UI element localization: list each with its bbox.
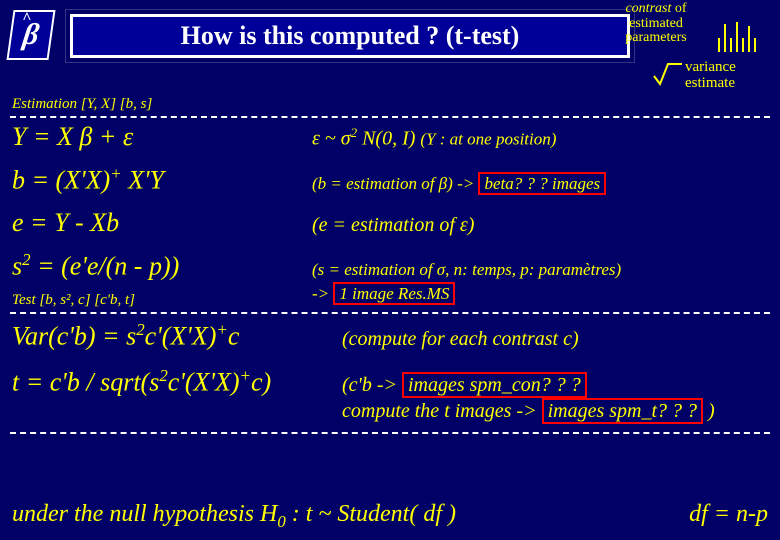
t-rhs-a: (c'b -> bbox=[342, 374, 402, 396]
equation-s: s2 = (e'e/(n - p)) (s = estimation of σ,… bbox=[12, 250, 768, 282]
spm-t-box: images spm_t? ? ? bbox=[542, 398, 703, 424]
slide-title: How is this computed ? (t-test) bbox=[70, 14, 630, 58]
variance-line2: estimate bbox=[685, 75, 735, 91]
model-rhs: ε ~ σ2 N(0, I) (Y : at one position) bbox=[312, 125, 556, 151]
t-rhs-line2: compute the t images -> images spm_t? ? … bbox=[342, 400, 715, 423]
equation-b: b = (X'X)+ X'Y (b = estimation of β) -> … bbox=[12, 164, 768, 196]
s-rhs-a: (s = estimation of σ, n: temps, p: param… bbox=[312, 260, 621, 279]
t-lhs-b: c'(X'X) bbox=[168, 368, 240, 397]
contrast-word: contrast bbox=[625, 1, 671, 16]
var-lhs-c: c bbox=[228, 322, 240, 351]
contrast-of: of bbox=[671, 1, 686, 16]
e-rhs: (e = estimation of ε) bbox=[312, 214, 474, 237]
s-arrow: -> bbox=[312, 284, 333, 303]
beta-images-box: beta? ? ? images bbox=[478, 172, 606, 195]
df-formula: df = n-p bbox=[689, 501, 768, 528]
model-rhs-a: ε ~ σ bbox=[312, 128, 351, 150]
t-rhs-tail: ) bbox=[708, 400, 715, 422]
contrast-line3: parameters bbox=[625, 30, 686, 45]
estimation-section-label: Estimation [Y, X] [b, s] bbox=[12, 96, 152, 113]
b-rhs-a: (b = estimation of β) -> bbox=[312, 174, 478, 193]
equation-t: t = c'b / sqrt(s2c'(X'X)+c) (c'b -> imag… bbox=[12, 366, 768, 398]
spm-con-box: images spm_con? ? ? bbox=[402, 372, 587, 398]
s-lhs-a: s bbox=[12, 252, 22, 281]
t-rhs-b: compute the t images -> bbox=[342, 400, 542, 422]
beta-hat-badge: ^ β bbox=[6, 10, 55, 60]
dashed-divider-2 bbox=[10, 312, 770, 314]
var-rhs: (compute for each contrast c) bbox=[342, 328, 579, 351]
contrast-annotation: contrast of estimated parameters bbox=[596, 2, 716, 46]
variance-line1: variance bbox=[685, 59, 736, 75]
b-lhs: b = (X'X)+ X'Y bbox=[12, 164, 312, 196]
sqrt-icon bbox=[652, 58, 682, 88]
e-lhs: e = Y - Xb bbox=[12, 208, 312, 238]
dashed-divider-1 bbox=[10, 116, 770, 118]
contrast-line2: estimated bbox=[629, 16, 683, 31]
equation-e: e = Y - Xb (e = estimation of ε) bbox=[12, 208, 768, 238]
var-lhs-a: Var(c'b) = s bbox=[12, 322, 136, 351]
var-lhs: Var(c'b) = s2c'(X'X)+c bbox=[12, 320, 342, 352]
t-lhs-c: c) bbox=[251, 368, 271, 397]
s-lhs: s2 = (e'e/(n - p)) bbox=[12, 250, 312, 282]
resms-box: 1 image Res.MS bbox=[333, 282, 455, 305]
equation-var: Var(c'b) = s2c'(X'X)+c (compute for each… bbox=[12, 320, 768, 352]
slide-title-text: How is this computed ? (t-test) bbox=[181, 21, 520, 51]
hat-symbol: ^ bbox=[22, 10, 31, 28]
s-rhs-line2: -> 1 image Res.MS bbox=[312, 282, 455, 305]
model-rhs-b: N(0, I) bbox=[357, 128, 420, 150]
spike-graphic bbox=[718, 16, 778, 52]
model-lhs: Y = X β + ε bbox=[12, 122, 312, 152]
test-section-label: Test [b, s², c] [c'b, t] bbox=[12, 292, 135, 309]
equation-model: Y = X β + ε ε ~ σ2 N(0, I) (Y : at one p… bbox=[12, 122, 768, 152]
equation-t-line2: compute the t images -> images spm_t? ? … bbox=[12, 400, 768, 423]
b-rhs: (b = estimation of β) -> beta? ? ? image… bbox=[312, 172, 606, 195]
null-b: : t ~ Student( df ) bbox=[286, 501, 456, 527]
t-lhs: t = c'b / sqrt(s2c'(X'X)+c) bbox=[12, 366, 342, 398]
b-lhs-a: b = (X'X) bbox=[12, 166, 110, 195]
b-lhs-tail: X'Y bbox=[122, 166, 164, 195]
var-lhs-b: c'(X'X) bbox=[145, 322, 217, 351]
b-plus-sup: + bbox=[110, 164, 121, 183]
null-hypothesis-line: under the null hypothesis H0 : t ~ Stude… bbox=[12, 501, 768, 532]
t-rhs: (c'b -> images spm_con? ? ? bbox=[342, 374, 587, 397]
dashed-divider-3 bbox=[10, 432, 770, 434]
variance-annotation: variance estimate bbox=[685, 60, 770, 92]
model-rhs-note: (Y : at one position) bbox=[420, 130, 556, 149]
s-lhs-b: = (e'e/(n - p)) bbox=[31, 252, 180, 281]
null-a: under the null hypothesis H bbox=[12, 501, 277, 527]
t-lhs-a: t = c'b / sqrt(s bbox=[12, 368, 159, 397]
s-rhs: (s = estimation of σ, n: temps, p: param… bbox=[312, 258, 621, 281]
